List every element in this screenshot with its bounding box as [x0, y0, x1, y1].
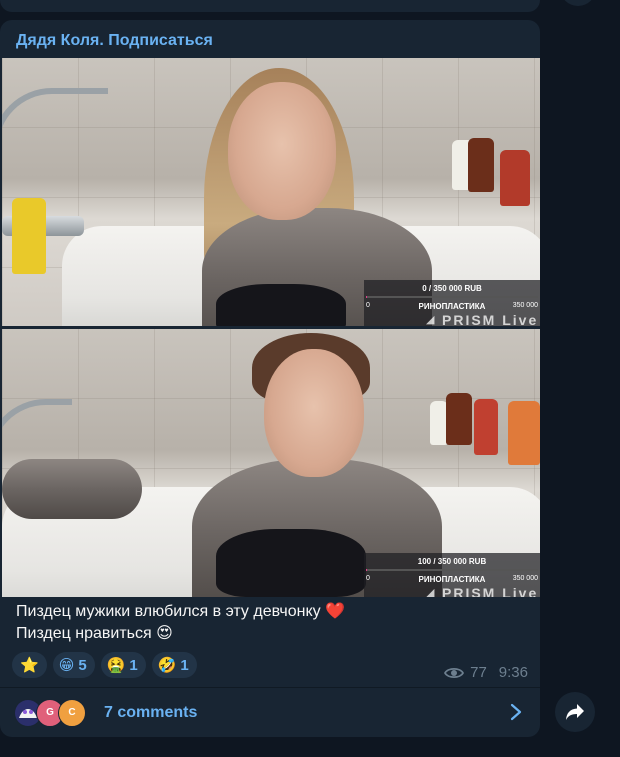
donation-progress-bar [366, 296, 538, 298]
donation-overlay: 100 / 350 000 RUB 0 РИНОПЛАСТИКА 350 000… [364, 553, 540, 597]
message-bubble: Дядя Коля. Подписаться 0 / 350 000 RUB 0… [0, 20, 540, 737]
grin-emoji-icon: 😁 [58, 656, 75, 674]
donation-progress-fill [366, 569, 368, 571]
reaction-rofl[interactable]: 🤣 1 [151, 652, 197, 678]
previous-share-button[interactable] [560, 0, 596, 6]
share-button[interactable] [555, 692, 595, 732]
comments-link[interactable]: G C 7 comments [0, 688, 540, 737]
previous-message-bubble [0, 0, 540, 12]
prism-logo-text: PRISM Live [442, 312, 539, 326]
reactions-bar: ⭐ 😁 5 🤮 1 🤣 1 [12, 652, 197, 678]
sender-name[interactable]: Дядя Коля. Подписаться [16, 32, 213, 50]
star-emoji-icon: ⭐ [20, 656, 39, 674]
donation-overlay: 0 / 350 000 RUB 0 РИНОПЛАСТИКА 350 000 ◢… [364, 280, 540, 326]
reaction-star[interactable]: ⭐ [12, 652, 47, 678]
prism-logo-icon: ◢ [426, 587, 435, 597]
eye-icon [444, 667, 465, 678]
share-arrow-icon [566, 704, 584, 720]
photo-1[interactable]: 0 / 350 000 RUB 0 РИНОПЛАСТИКА 350 000 ◢… [2, 58, 540, 326]
caption-line: Пиздец мужики влюбился в эту девчонку ❤️ [16, 603, 346, 620]
clothing [216, 529, 366, 597]
prism-logo-icon: ◢ [426, 314, 435, 326]
donation-amount: 100 / 350 000 RUB [417, 557, 487, 566]
avatar-initial: G [46, 707, 54, 718]
reaction-count: 1 [129, 656, 138, 674]
bottle [500, 150, 530, 206]
prism-logo-text: PRISM Live [442, 585, 539, 597]
caption-line: Пиздец нравиться 😍 [16, 625, 173, 642]
donation-progress-bar [366, 569, 538, 571]
message-time: 9:36 [498, 664, 528, 681]
vomit-emoji-icon: 🤮 [106, 656, 126, 674]
face [264, 349, 364, 477]
rofl-emoji-icon: 🤣 [157, 656, 177, 674]
clothing [216, 284, 346, 326]
bottle [446, 393, 472, 445]
reaction-count: 5 [78, 656, 87, 674]
view-count: 77 [470, 664, 487, 681]
donation-amount: 0 / 350 000 RUB [422, 284, 482, 293]
arm [2, 459, 142, 519]
reaction-grin[interactable]: 😁 5 [52, 652, 95, 678]
donation-max: 350 000 [512, 575, 538, 582]
photo-2[interactable]: 100 / 350 000 RUB 0 РИНОПЛАСТИКА 350 000… [2, 329, 540, 597]
commenter-avatars: G C [14, 698, 94, 727]
bottle [508, 401, 540, 465]
message-caption: Пиздец мужики влюбился в эту девчонку ❤️… [16, 601, 345, 645]
bottle [474, 399, 498, 455]
donation-max: 350 000 [512, 302, 538, 309]
face [228, 82, 336, 220]
reaction-vomit[interactable]: 🤮 1 [100, 652, 146, 678]
avatar-initial: C [68, 707, 76, 718]
comments-count-label[interactable]: 7 comments [104, 704, 197, 722]
reaction-count: 1 [180, 656, 189, 674]
donation-progress-fill [366, 296, 368, 298]
bottle [12, 198, 46, 274]
avatar: C [58, 698, 86, 727]
chevron-right-icon[interactable] [510, 703, 522, 721]
bottle [468, 138, 494, 192]
message-meta: 77 9:36 [444, 664, 528, 681]
